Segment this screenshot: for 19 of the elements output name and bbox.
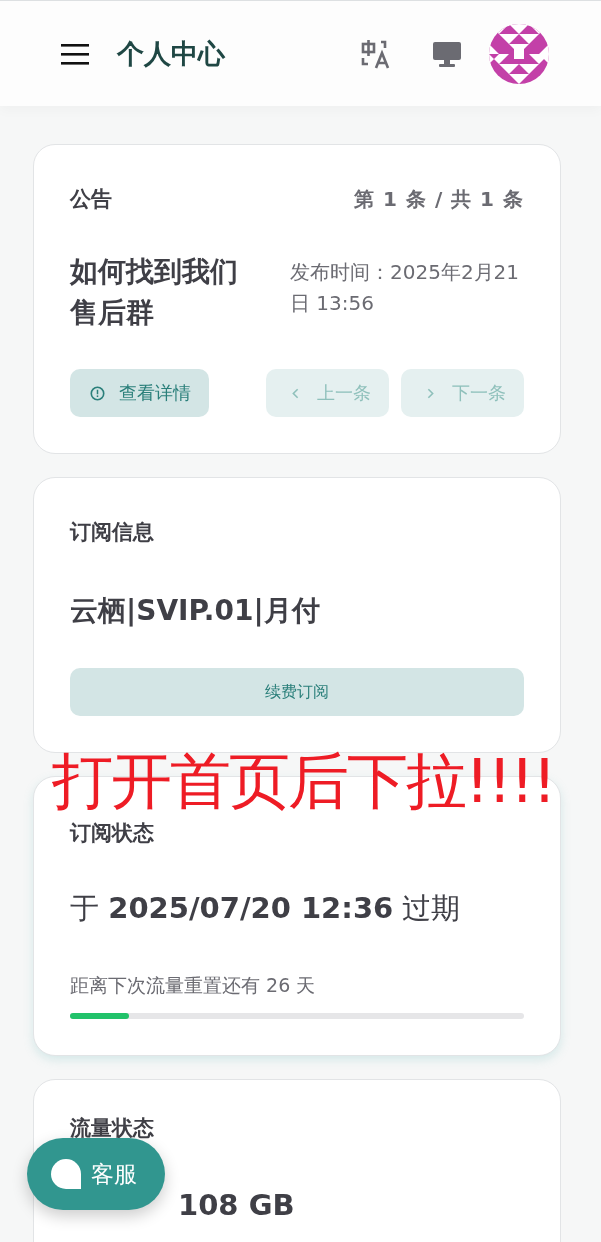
support-button[interactable]: 客服 (27, 1138, 165, 1210)
page-counter: 第 1 条 / 共 1 条 (354, 185, 524, 213)
announcement-title: 如何找到我们售后群 (70, 254, 239, 331)
card-title: 订阅信息 (70, 519, 155, 546)
annotation-text: 打开首页后下拉!!!! (52, 744, 555, 818)
page-title: 个人中心 (117, 36, 225, 71)
plan-name: 云栖|SVIP.01|月付 (70, 593, 321, 629)
details-button[interactable]: 查看详情 (70, 369, 209, 417)
chat-bubble-icon (51, 1159, 81, 1189)
expiry-text: 于 2025/07/20 12:36 过期 (70, 890, 462, 927)
card-title: 公告 (70, 186, 112, 213)
info-icon (90, 385, 105, 401)
card-title: 订阅状态 (70, 820, 155, 847)
translate-icon[interactable] (359, 37, 391, 70)
menu-icon[interactable] (61, 42, 89, 65)
renew-button[interactable]: 续费订阅 (70, 668, 524, 716)
traffic-usage: 108 GB (178, 1188, 296, 1222)
reset-countdown: 距离下次流量重置还有 26 天 (70, 973, 317, 998)
publish-time: 发布时间：2025年2月21日 13:56 (290, 259, 520, 317)
